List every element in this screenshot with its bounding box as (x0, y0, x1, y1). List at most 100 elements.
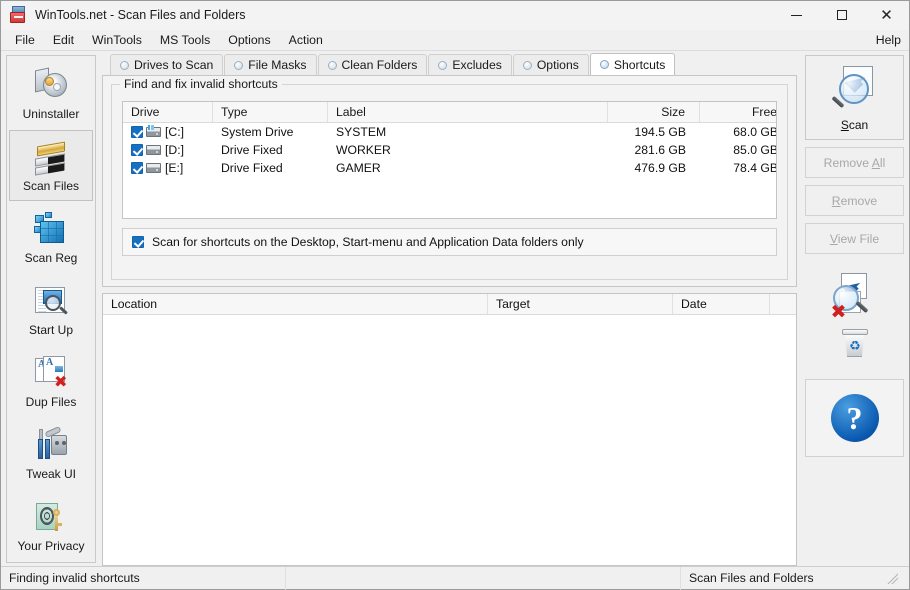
close-icon: ✕ (880, 8, 893, 23)
broken-shortcut-icon: ✖ (827, 269, 883, 325)
sidebar-item-start-up[interactable]: Start Up (9, 274, 93, 345)
tab-page-shortcuts: Find and fix invalid shortcuts Drive Typ… (102, 75, 797, 287)
tweak-ui-icon (31, 425, 71, 465)
remove-label: Remove (832, 194, 877, 208)
menu-help[interactable]: Help (867, 31, 909, 49)
groupbox-title: Find and fix invalid shortcuts (120, 77, 282, 91)
your-privacy-icon (31, 497, 71, 537)
table-row[interactable]: [C:] System Drive SYSTEM 194.5 GB 68.0 G… (123, 123, 776, 141)
results-body (103, 315, 796, 565)
column-header-location[interactable]: Location (103, 294, 488, 314)
status-right: Scan Files and Folders (681, 567, 909, 590)
menu-options[interactable]: Options (219, 31, 279, 49)
drive-table-header: Drive Type Label Size Free (123, 102, 776, 123)
tab-file-masks[interactable]: File Masks (224, 54, 316, 75)
view-file-button[interactable]: View File (805, 223, 904, 254)
menu-file[interactable]: File (6, 31, 44, 49)
view-file-label: View File (830, 232, 879, 246)
sidebar-label-scan-files: Scan Files (23, 179, 79, 193)
tab-options[interactable]: Options (513, 54, 589, 75)
drive-label: GAMER (328, 161, 608, 175)
column-header-type[interactable]: Type (213, 102, 328, 122)
menu-ms-tools[interactable]: MS Tools (151, 31, 219, 49)
tab-label-options: Options (537, 58, 579, 72)
remove-button[interactable]: Remove (805, 185, 904, 216)
menu-bar: File Edit WinTools MS Tools Options Acti… (1, 30, 909, 51)
minimize-button[interactable] (774, 1, 819, 30)
sidebar-label-start-up: Start Up (29, 323, 73, 337)
sidebar-label-scan-reg: Scan Reg (25, 251, 78, 265)
column-header-drive[interactable]: Drive (123, 102, 213, 122)
drive-checkbox-c[interactable] (131, 126, 143, 138)
maximize-button[interactable] (819, 1, 864, 30)
drive-letter: [D:] (165, 143, 184, 157)
tab-label-file-masks: File Masks (248, 58, 306, 72)
column-header-label[interactable]: Label (328, 102, 608, 122)
menu-action[interactable]: Action (280, 31, 332, 49)
tab-bullet-icon (600, 60, 609, 69)
sidebar-label-uninstaller: Uninstaller (23, 107, 80, 121)
drive-free: 85.0 GB (700, 143, 777, 157)
drive-size: 281.6 GB (608, 143, 700, 157)
duplicate-files-icon: A A ✖ (31, 353, 71, 393)
sidebar-item-scan-files[interactable]: Scan Files (9, 130, 93, 201)
drive-table-body: [C:] System Drive SYSTEM 194.5 GB 68.0 G… (123, 123, 776, 219)
fixed-drive-icon (146, 145, 161, 155)
tab-shortcuts[interactable]: Shortcuts (590, 53, 675, 75)
drive-label: SYSTEM (328, 125, 608, 139)
sidebar-label-tweak-ui: Tweak UI (26, 467, 76, 481)
sidebar-label-your-privacy: Your Privacy (18, 539, 85, 553)
results-list[interactable]: Location Target Date (102, 293, 797, 566)
remove-all-button[interactable]: Remove All (805, 147, 904, 178)
column-header-date[interactable]: Date (673, 294, 770, 314)
desktop-only-label: Scan for shortcuts on the Desktop, Start… (152, 235, 584, 249)
desktop-only-option-row[interactable]: Scan for shortcuts on the Desktop, Start… (122, 228, 777, 256)
status-left: Finding invalid shortcuts (1, 567, 286, 590)
close-button[interactable]: ✕ (864, 1, 909, 30)
scan-magnifier-icon (829, 64, 881, 114)
sidebar-item-uninstaller[interactable]: Uninstaller (9, 58, 93, 129)
tab-excludes[interactable]: Excludes (428, 54, 511, 75)
wintools-icon (9, 6, 27, 24)
scan-button[interactable]: Scan (805, 55, 904, 140)
help-icon: ? (831, 394, 879, 442)
sidebar-item-scan-reg[interactable]: Scan Reg (9, 202, 93, 273)
column-header-free[interactable]: Free (700, 102, 777, 122)
desktop-only-checkbox[interactable] (132, 236, 144, 248)
scan-files-icon (31, 137, 71, 177)
drive-type: Drive Fixed (213, 161, 328, 175)
table-row[interactable]: [D:] Drive Fixed WORKER 281.6 GB 85.0 GB (123, 141, 776, 159)
menu-edit[interactable]: Edit (44, 31, 83, 49)
sidebar: Uninstaller Scan Files Scan Reg (1, 51, 100, 566)
shortcuts-groupbox: Find and fix invalid shortcuts Drive Typ… (111, 84, 788, 280)
drive-size: 476.9 GB (608, 161, 700, 175)
results-header: Location Target Date (103, 294, 796, 315)
minimize-icon (791, 15, 802, 16)
tab-clean-folders[interactable]: Clean Folders (318, 54, 428, 75)
tab-strip: Drives to Scan File Masks Clean Folders … (102, 53, 803, 75)
menu-wintools[interactable]: WinTools (83, 31, 151, 49)
drive-letter: [E:] (165, 161, 183, 175)
system-drive-icon (146, 127, 161, 137)
help-button[interactable]: ? (805, 379, 904, 457)
drive-free: 68.0 GB (700, 125, 777, 139)
scan-button-label: Scan (841, 118, 868, 132)
status-bar: Finding invalid shortcuts Scan Files and… (1, 566, 909, 589)
resize-grip-icon[interactable] (886, 572, 898, 584)
drive-checkbox-d[interactable] (131, 144, 143, 156)
scan-registry-icon (31, 209, 71, 249)
center-content: Drives to Scan File Masks Clean Folders … (100, 51, 803, 566)
tab-bullet-icon (523, 61, 532, 70)
tab-label-drives-to-scan: Drives to Scan (134, 58, 213, 72)
column-header-target[interactable]: Target (488, 294, 673, 314)
table-row[interactable]: [E:] Drive Fixed GAMER 476.9 GB 78.4 GB (123, 159, 776, 177)
column-header-size[interactable]: Size (608, 102, 700, 122)
drive-checkbox-e[interactable] (131, 162, 143, 174)
sidebar-item-dup-files[interactable]: A A ✖ Dup Files (9, 346, 93, 417)
tab-drives-to-scan[interactable]: Drives to Scan (110, 54, 223, 75)
fixed-drive-icon (146, 163, 161, 173)
drive-table[interactable]: Drive Type Label Size Free (122, 101, 777, 219)
sidebar-item-tweak-ui[interactable]: Tweak UI (9, 418, 93, 489)
drive-label: WORKER (328, 143, 608, 157)
sidebar-item-your-privacy[interactable]: Your Privacy (9, 490, 93, 561)
